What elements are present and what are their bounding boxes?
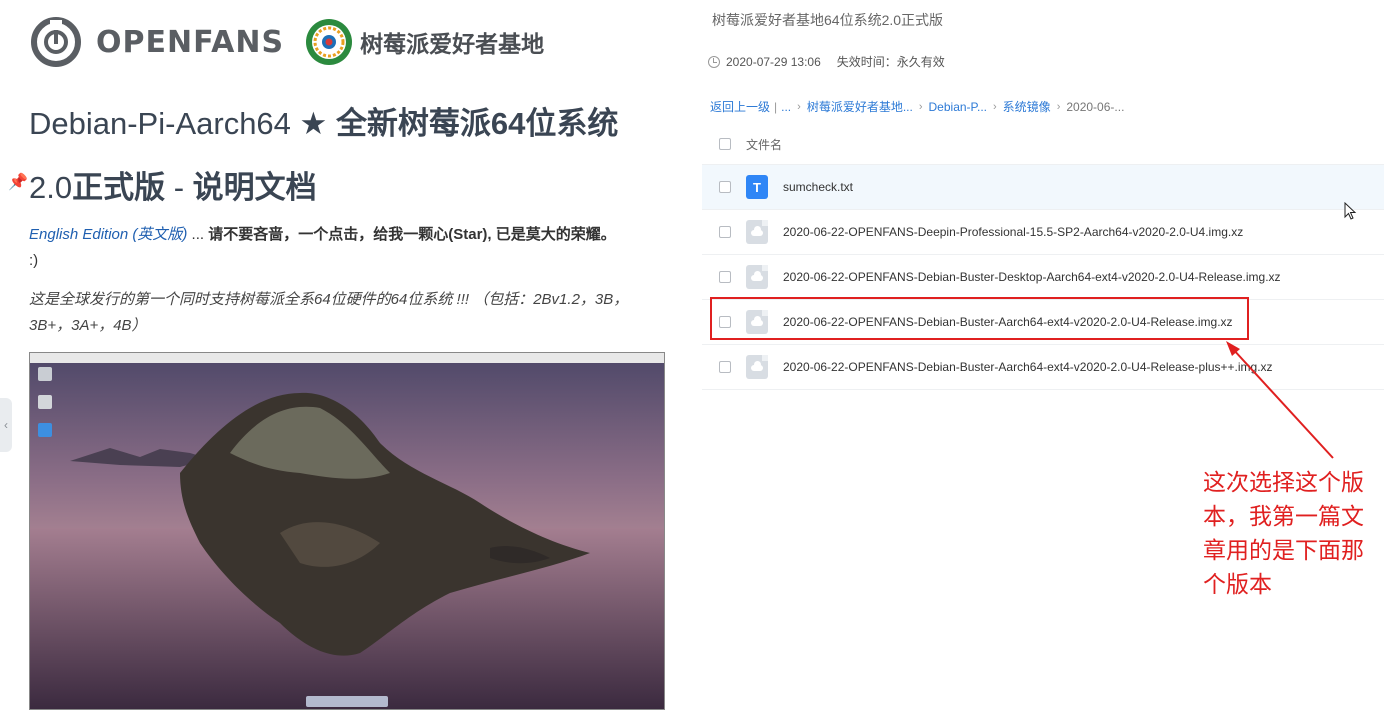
- breadcrumb-back[interactable]: 返回上一级: [710, 98, 770, 115]
- breadcrumb-item[interactable]: 树莓派爱好者基地...: [807, 98, 913, 115]
- file-name[interactable]: sumcheck.txt: [783, 180, 853, 194]
- share-expire: 失效时间：永久有效: [836, 55, 945, 69]
- desktop-icons: [38, 367, 52, 451]
- file-name[interactable]: 2020-06-22-OPENFANS-Debian-Buster-Deskto…: [783, 270, 1281, 284]
- pin-icon[interactable]: 📌: [8, 172, 28, 192]
- share-title: 树莓派爱好者基地64位系统2.0正式版: [712, 12, 944, 28]
- trash-icon: [38, 367, 52, 381]
- catalina-wallpaper: [30, 353, 664, 709]
- openfans-logo-icon: [31, 17, 81, 67]
- rpi-club-seal-icon: [306, 19, 353, 65]
- share-panel: 树莓派爱好者基地64位系统2.0正式版 2020-07-29 13:06 失效时…: [700, 0, 1384, 725]
- brand-text: OPENFANS: [96, 24, 285, 60]
- intro-dots: ...: [187, 226, 209, 243]
- chevron-left-icon: ‹: [4, 418, 8, 432]
- file-name[interactable]: 2020-06-22-OPENFANS-Deepin-Professional-…: [783, 225, 1243, 239]
- folder-icon: [38, 423, 52, 437]
- file-checkbox[interactable]: [719, 271, 731, 283]
- title-part2: 全新树莓派64位系统: [335, 106, 619, 141]
- file-checkbox[interactable]: [719, 226, 731, 238]
- partner-text: 树莓派爱好者基地: [360, 31, 545, 57]
- chevron-right-icon: ›: [1056, 100, 1061, 113]
- annotation-note: 这次选择这个版本，我第一篇文章用的是下面那个版本: [1203, 469, 1364, 597]
- image-file-icon: [746, 355, 768, 379]
- mouse-cursor-icon: [1344, 202, 1357, 220]
- breadcrumb-item[interactable]: 系统镜像: [1003, 98, 1051, 115]
- computer-icon: [38, 395, 52, 409]
- chevron-right-icon: ›: [918, 100, 923, 113]
- intro-smile: :): [29, 252, 39, 269]
- file-list-header: 文件名: [702, 124, 1384, 165]
- title-release: 正式版: [72, 170, 166, 205]
- intro-paragraph: English Edition (英文版) ... 请不要吝啬，一个点击，给我一…: [29, 222, 669, 274]
- image-file-icon: [746, 220, 768, 244]
- collapse-tab[interactable]: ‹: [0, 398, 12, 452]
- file-checkbox[interactable]: [719, 361, 731, 373]
- share-meta: 2020-07-29 13:06 失效时间：永久有效: [708, 53, 945, 70]
- title-version: 2.0: [29, 170, 73, 205]
- breadcrumb-divider: |: [774, 99, 778, 114]
- share-date: 2020-07-29 13:06: [726, 54, 821, 69]
- support-paragraph: 这是全球发行的第一个同时支持树莓派全系64位硬件的64位系统 !!! （包括：2…: [29, 291, 629, 334]
- desktop-dock: [306, 696, 388, 707]
- english-edition-link[interactable]: English Edition (英文版): [29, 226, 187, 243]
- article-panel: ‹ OPENFANS 树莓派爱好者基地 Debian-Pi-Aarch64 ★ …: [0, 0, 700, 725]
- file-list: 文件名 T sumcheck.txt 2020-06-22-OPENFANS-D…: [702, 124, 1384, 390]
- column-filename: 文件名: [746, 137, 783, 152]
- file-row[interactable]: T sumcheck.txt: [702, 165, 1384, 210]
- title-part1: Debian-Pi-Aarch64 ★: [29, 106, 336, 141]
- chevron-right-icon: ›: [993, 100, 997, 113]
- file-row[interactable]: 2020-06-22-OPENFANS-Debian-Buster-Deskto…: [702, 255, 1384, 300]
- intro-text: 请不要吝啬，一个点击，给我一颗心(Star), 已是莫大的荣耀。: [208, 226, 616, 243]
- breadcrumb-ellipsis[interactable]: ...: [781, 100, 791, 114]
- txt-file-icon: T: [746, 175, 768, 199]
- file-row[interactable]: 2020-06-22-OPENFANS-Debian-Buster-Aarch6…: [702, 345, 1384, 390]
- chevron-right-icon: ›: [797, 100, 801, 113]
- breadcrumb-current: 2020-06-...: [1066, 99, 1125, 114]
- desktop-topbar: [30, 353, 664, 363]
- title-doc: 说明文档: [192, 170, 317, 205]
- image-file-icon: [746, 265, 768, 289]
- breadcrumb: 返回上一级 | ... › 树莓派爱好者基地... › Debian-P... …: [710, 98, 1124, 115]
- clock-icon: [708, 55, 720, 68]
- breadcrumb-item[interactable]: Debian-P...: [929, 100, 987, 114]
- file-name[interactable]: 2020-06-22-OPENFANS-Debian-Buster-Aarch6…: [783, 360, 1273, 374]
- title-dash: -: [165, 170, 193, 205]
- highlight-box: [710, 297, 1249, 340]
- file-row[interactable]: 2020-06-22-OPENFANS-Deepin-Professional-…: [702, 210, 1384, 255]
- logo-row: OPENFANS 树莓派爱好者基地: [30, 14, 544, 70]
- page-title: Debian-Pi-Aarch64 ★ 全新树莓派64位系统 2.0正式版 - …: [29, 92, 689, 220]
- select-all-checkbox[interactable]: [719, 138, 731, 150]
- desktop-screenshot: [29, 352, 665, 710]
- file-checkbox[interactable]: [719, 181, 731, 193]
